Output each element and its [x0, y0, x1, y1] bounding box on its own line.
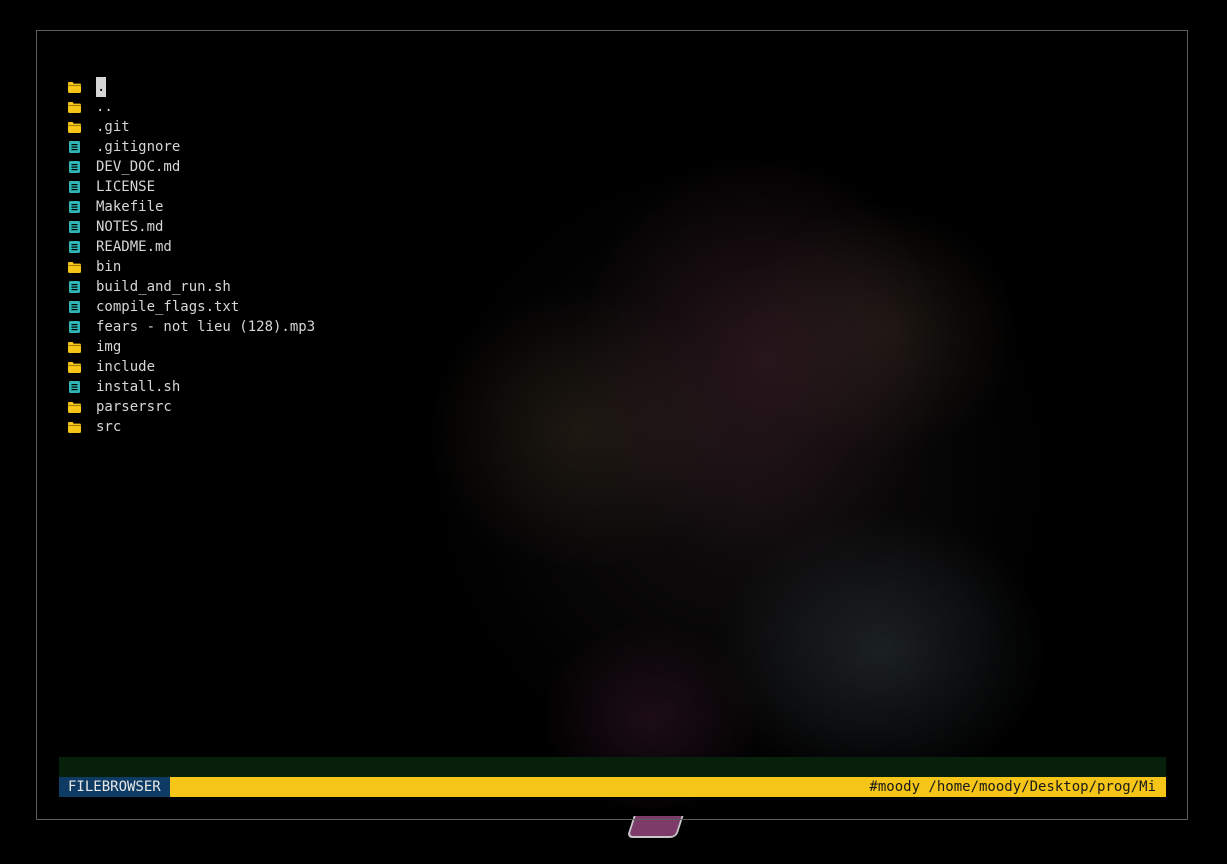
command-line[interactable]: [59, 757, 1166, 777]
file-entry[interactable]: build_and_run.sh: [67, 277, 315, 297]
status-bar: FILEBROWSER #moody /home/moody/Desktop/p…: [59, 777, 1166, 797]
file-icon: [67, 320, 81, 334]
folder-entry[interactable]: parsersrc: [67, 397, 315, 417]
mode-indicator: FILEBROWSER: [59, 777, 170, 797]
entry-name: bin: [96, 259, 122, 275]
file-list: ... .git .gitignore DEV_DOC.md LICENSE Makefi…: [67, 77, 315, 437]
file-icon: [67, 180, 81, 194]
folder-entry[interactable]: ..: [67, 97, 315, 117]
entry-name: fears - not lieu (128).mp3: [96, 319, 316, 335]
folder-icon: [67, 360, 81, 374]
file-entry[interactable]: DEV_DOC.md: [67, 157, 315, 177]
folder-icon: [67, 120, 81, 134]
file-icon: [67, 160, 81, 174]
entry-name: build_and_run.sh: [96, 279, 231, 295]
folder-icon: [67, 260, 81, 274]
folder-icon: [67, 420, 81, 434]
entry-name: Makefile: [96, 199, 164, 215]
file-entry[interactable]: Makefile: [67, 197, 315, 217]
file-entry[interactable]: NOTES.md: [67, 217, 315, 237]
entry-name: LICENSE: [96, 179, 156, 195]
folder-icon: [67, 340, 81, 354]
editor-window[interactable]: ... .git .gitignore DEV_DOC.md LICENSE Makefi…: [36, 30, 1188, 820]
entry-name: install.sh: [96, 379, 181, 395]
entry-name: img: [96, 339, 122, 355]
entry-name: parsersrc: [96, 399, 172, 415]
file-entry[interactable]: compile_flags.txt: [67, 297, 315, 317]
entry-name: .git: [96, 119, 130, 135]
file-icon: [67, 140, 81, 154]
folder-icon: [67, 80, 81, 94]
file-icon: [67, 280, 81, 294]
entry-name: .gitignore: [96, 139, 181, 155]
file-entry[interactable]: LICENSE: [67, 177, 315, 197]
entry-name: src: [96, 419, 122, 435]
folder-entry[interactable]: include: [67, 357, 315, 377]
entry-name: include: [96, 359, 156, 375]
file-entry[interactable]: fears - not lieu (128).mp3: [67, 317, 315, 337]
folder-entry[interactable]: src: [67, 417, 315, 437]
folder-icon: [67, 100, 81, 114]
file-entry[interactable]: .gitignore: [67, 137, 315, 157]
entry-name: README.md: [96, 239, 172, 255]
entry-name: ..: [96, 99, 113, 115]
file-icon: [67, 240, 81, 254]
folder-entry[interactable]: img: [67, 337, 315, 357]
file-entry[interactable]: README.md: [67, 237, 315, 257]
folder-entry[interactable]: .git: [67, 117, 315, 137]
file-entry[interactable]: install.sh: [67, 377, 315, 397]
current-path: #moody /home/moody/Desktop/prog/Mi: [869, 779, 1156, 795]
file-icon: [67, 200, 81, 214]
file-icon: [67, 380, 81, 394]
entry-name: compile_flags.txt: [96, 299, 240, 315]
entry-name: DEV_DOC.md: [96, 159, 181, 175]
entry-name: .: [96, 77, 107, 97]
file-icon: [67, 220, 81, 234]
file-icon: [67, 300, 81, 314]
folder-icon: [67, 400, 81, 414]
folder-entry[interactable]: .: [67, 77, 315, 97]
entry-name: NOTES.md: [96, 219, 164, 235]
folder-entry[interactable]: bin: [67, 257, 315, 277]
